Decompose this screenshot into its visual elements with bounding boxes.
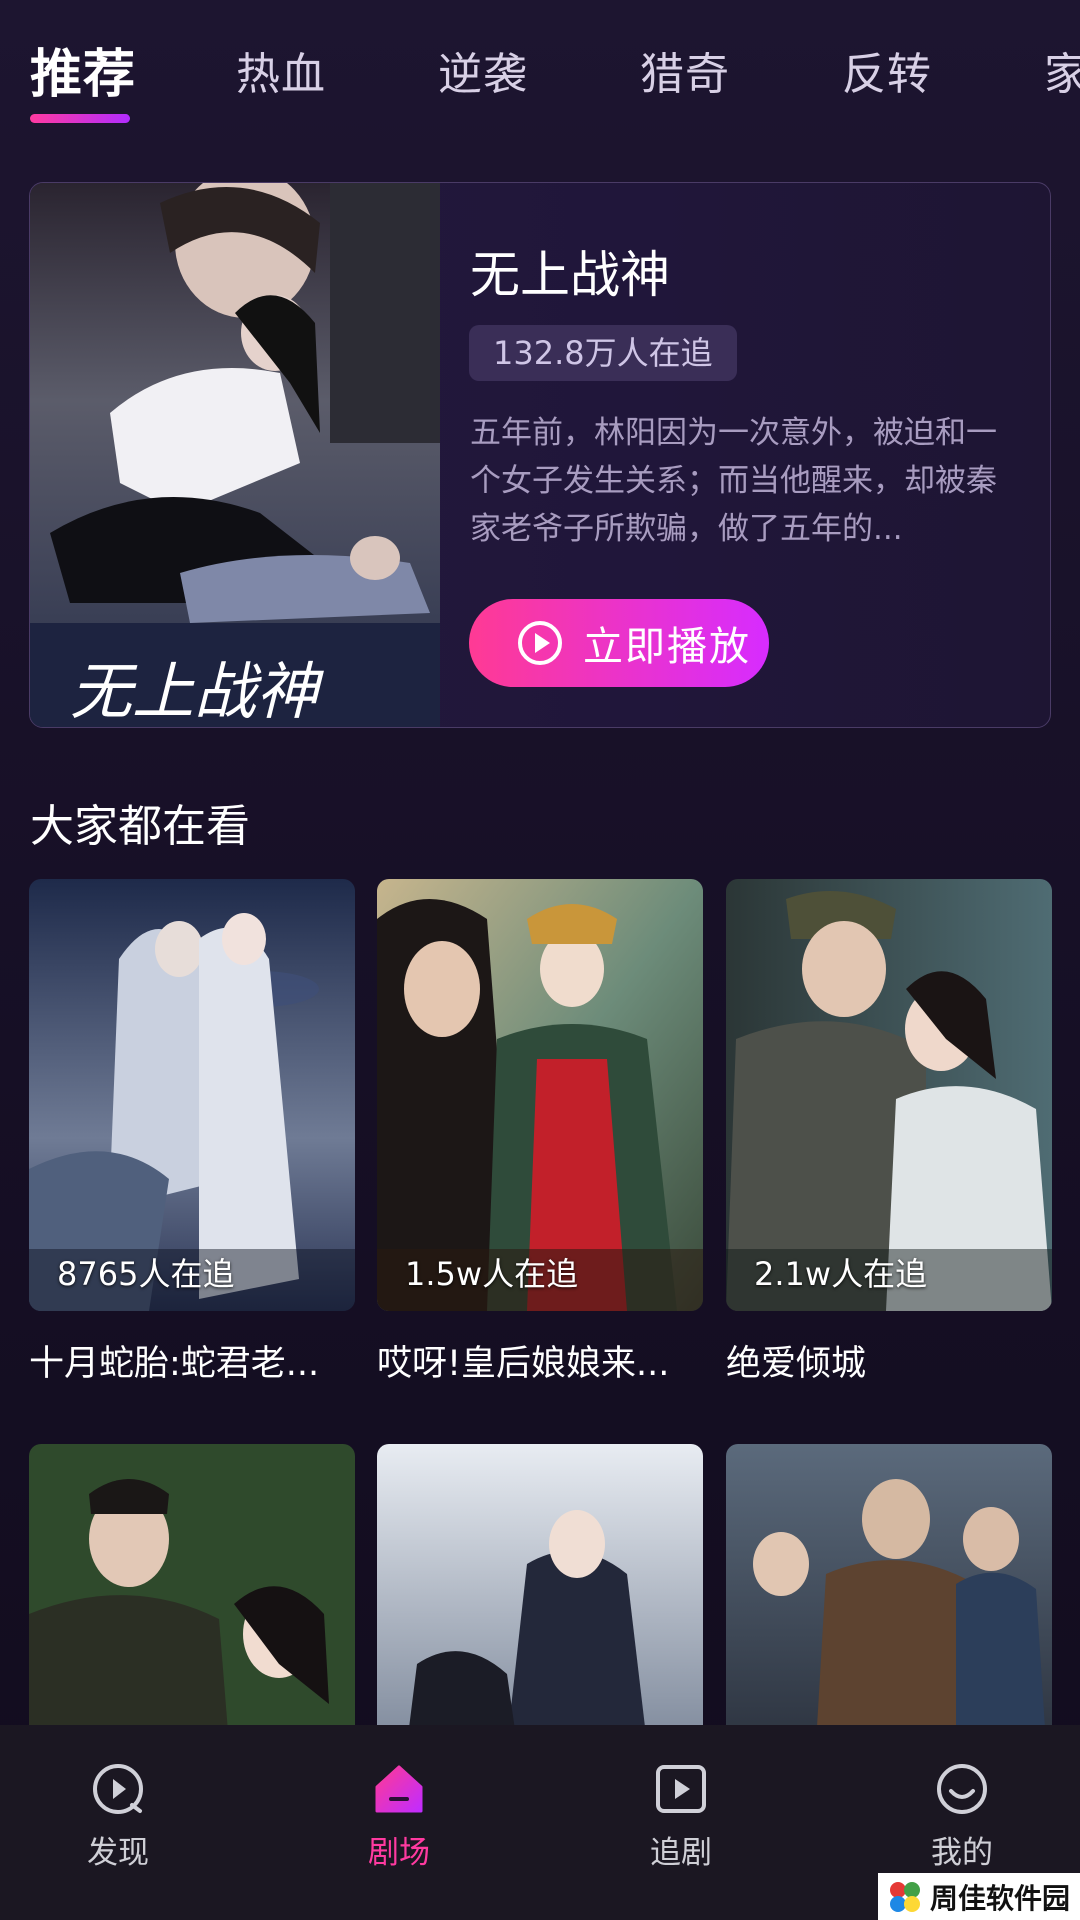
featured-description: 五年前，林阳因为一次意外，被迫和一个女子发生关系；而当他醒来，却被秦家老爷子所欺…	[470, 415, 997, 547]
discover-icon	[93, 1764, 143, 1814]
nav-profile[interactable]: 我的	[892, 1761, 1032, 1872]
drama-thumbnail[interactable]	[377, 879, 703, 1311]
drama-thumbnail[interactable]	[377, 1444, 703, 1744]
watermark-logo-icon	[890, 1881, 920, 1912]
tab-recommend[interactable]: 推荐	[30, 32, 136, 107]
section-title: 大家都在看	[30, 801, 250, 852]
drama-card[interactable]	[29, 1444, 355, 1744]
nav-theater[interactable]: 剧场	[329, 1761, 469, 1872]
drama-title: 绝爱倾城	[726, 1344, 867, 1384]
category-tabs: 推荐 热血 逆袭 猎奇 反转 家	[0, 0, 1080, 140]
featured-card[interactable]: 无上战神 无上战神 132.8万人在追 五年前，林阳因为一次意外，被迫和一个女子…	[29, 182, 1051, 728]
drama-card[interactable]: 1.5w人在追 哎呀!皇后娘娘来...	[377, 879, 703, 1389]
theater-home-icon	[375, 1765, 423, 1813]
drama-thumbnail[interactable]	[29, 879, 355, 1311]
poster-title-art: 无上战神	[70, 655, 324, 727]
nav-theater-label: 剧场	[368, 1835, 430, 1871]
drama-thumbnail[interactable]	[29, 1444, 355, 1744]
play-circle-icon	[518, 621, 562, 665]
nav-follow-label: 追剧	[650, 1835, 712, 1871]
play-now-label: 立即播放	[583, 624, 751, 670]
drama-title: 哎呀!皇后娘娘来...	[377, 1344, 670, 1384]
nav-profile-label: 我的	[931, 1835, 993, 1871]
nav-follow[interactable]: 追剧	[611, 1761, 751, 1872]
active-tab-indicator	[30, 114, 130, 123]
watermark-text: 周佳软件园	[930, 1881, 1071, 1915]
tab-twist[interactable]: 反转	[842, 38, 932, 102]
drama-card[interactable]	[377, 1444, 703, 1744]
follow-play-icon	[656, 1765, 706, 1813]
watermark: 周佳软件园	[878, 1873, 1080, 1920]
tab-hot-blood[interactable]: 热血	[236, 38, 326, 102]
profile-smile-icon	[937, 1764, 987, 1814]
featured-title: 无上战神	[470, 246, 670, 304]
drama-thumbnail[interactable]	[726, 1444, 1052, 1744]
play-now-button[interactable]: 立即播放	[469, 599, 769, 687]
featured-poster-image: 无上战神	[30, 183, 440, 727]
drama-thumbnail[interactable]	[726, 879, 1052, 1311]
drama-follow-count: 2.1w人在追	[754, 1255, 928, 1293]
nav-discover-label: 发现	[87, 1835, 149, 1871]
drama-title: 十月蛇胎:蛇君老...	[29, 1344, 320, 1384]
drama-follow-count: 8765人在追	[57, 1255, 235, 1293]
drama-follow-count: 1.5w人在追	[405, 1255, 579, 1293]
drama-card[interactable]: 8765人在追 十月蛇胎:蛇君老...	[29, 879, 355, 1389]
featured-poster[interactable]: 无上战神	[30, 183, 440, 727]
tab-comeback[interactable]: 逆袭	[438, 38, 528, 102]
nav-discover[interactable]: 发现	[48, 1761, 188, 1872]
drama-card[interactable]: 2.1w人在追 绝爱倾城	[726, 879, 1052, 1389]
tab-family[interactable]: 家	[1044, 38, 1080, 102]
drama-card[interactable]	[726, 1444, 1052, 1744]
featured-followers-badge: 132.8万人在追	[469, 325, 737, 381]
tab-curious[interactable]: 猎奇	[640, 38, 730, 102]
